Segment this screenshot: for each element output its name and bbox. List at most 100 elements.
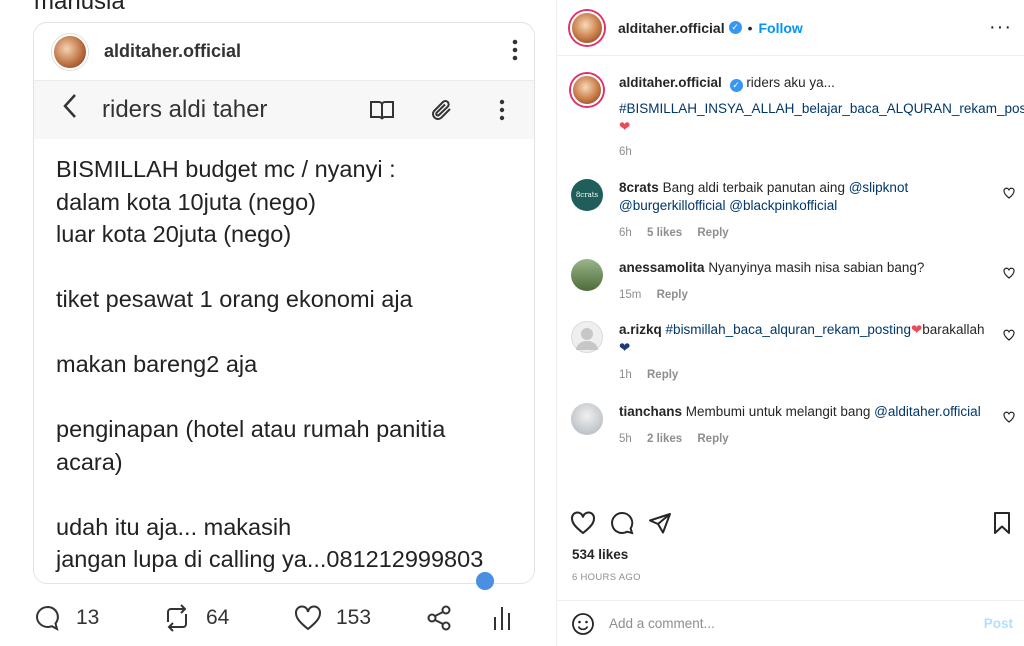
avatar[interactable] <box>571 321 603 353</box>
note-blank <box>56 381 512 414</box>
comment-item: anessamolita Nyanyinya masih nisa sabian… <box>557 259 1024 301</box>
emoji-icon[interactable] <box>571 612 595 636</box>
avatar[interactable] <box>571 403 603 435</box>
comments-list: alditaher.official ✓ riders aku ya... #B… <box>557 56 1024 496</box>
comment-username[interactable]: anessamolita <box>619 260 705 275</box>
caption-hashtag-line: #BISMILLAH_INSYA_ALLAH_belajar_baca_ALQU… <box>619 100 1024 118</box>
caption-time: 6h <box>619 146 632 158</box>
comment-icon[interactable] <box>610 511 634 535</box>
paperclip-icon <box>428 96 456 124</box>
reposts-count: 64 <box>206 606 230 629</box>
mention-link[interactable]: @burgerkillofficial <box>619 198 726 213</box>
like-comment-icon[interactable] <box>1003 329 1015 341</box>
avatar <box>52 33 88 70</box>
comment-text: anessamolita Nyanyinya masih nisa sabian… <box>619 259 989 277</box>
separator-dot: • <box>747 19 753 36</box>
card-username: alditaher.official <box>104 41 242 61</box>
comment-icon <box>36 605 59 632</box>
replies-count: 13 <box>76 606 100 629</box>
action-bar <box>557 508 1024 538</box>
reply-button[interactable]: Reply <box>697 433 728 445</box>
verified-badge-icon: ✓ <box>729 79 743 92</box>
avatar[interactable] <box>570 10 604 45</box>
likes-count[interactable]: 534 likes <box>572 547 628 562</box>
comment-time: 6h <box>619 227 632 239</box>
post-stats: 13 64 153 <box>34 600 534 636</box>
post-button[interactable]: Post <box>984 616 1013 631</box>
red-heart-emoji: ❤ <box>910 322 923 337</box>
verified-badge-icon: ✓ <box>728 21 742 34</box>
caption: alditaher.official ✓ riders aku ya... #B… <box>557 74 1024 158</box>
note-body: BISMILLAH budget mc / nyanyi : dalam kot… <box>34 139 534 583</box>
likes-stat: 153 <box>294 605 426 631</box>
note-line: jangan lupa di calling ya...081212999803 <box>56 546 484 572</box>
comment-username[interactable]: a.rizkq <box>619 322 662 337</box>
bar-chart-icon <box>494 607 510 630</box>
post-time: 6 HOURS AGO <box>572 572 641 583</box>
comment-item: a.rizkq #bismillah_baca_alquran_rekam_po… <box>557 321 1024 381</box>
comment-text: a.rizkq #bismillah_baca_alquran_rekam_po… <box>619 321 989 357</box>
caption-meta: 6h <box>619 146 989 158</box>
caption-username[interactable]: alditaher.official <box>619 75 722 90</box>
comment-likes[interactable]: 5 likes <box>647 227 682 239</box>
heart-icon <box>295 605 321 631</box>
caption-hashtag[interactable]: #BISMILLAH_INSYA_ALLAH_belajar_baca_ALQU… <box>619 101 1024 116</box>
avatar[interactable] <box>571 259 603 291</box>
comment-time: 15m <box>619 289 642 301</box>
likes-count: 153 <box>336 606 372 629</box>
caption-text: alditaher.official ✓ riders aku ya... <box>619 74 989 92</box>
comment-meta: 1h Reply <box>619 369 989 381</box>
comment-likes[interactable]: 2 likes <box>647 433 682 445</box>
comment-username[interactable]: tianchans <box>619 404 682 419</box>
follow-button[interactable]: Follow <box>759 20 803 36</box>
note-blank <box>56 478 512 511</box>
comment-text: tianchans Membumi untuk melangit bang @a… <box>619 403 989 421</box>
reply-button[interactable]: Reply <box>697 227 728 239</box>
comment-body: Nyanyinya masih nisa sabian bang? <box>708 260 925 275</box>
comment-hashtag[interactable]: #bismillah_baca_alquran_rekam_posting <box>666 322 911 337</box>
caption-body: riders aku ya... <box>746 75 835 90</box>
like-comment-icon[interactable] <box>1003 267 1015 279</box>
replies-stat: 13 <box>34 604 162 632</box>
like-icon[interactable] <box>570 511 596 535</box>
mention-link[interactable]: @slipknot <box>849 180 908 195</box>
header-username[interactable]: alditaher.official <box>618 20 725 36</box>
comment-username[interactable]: 8crats <box>619 180 659 195</box>
comment-text: 8crats Bang aldi terbaik panutan aing @s… <box>619 179 989 215</box>
share-icon <box>427 605 451 631</box>
more-vertical-icon <box>488 96 516 124</box>
note-line: BISMILLAH budget mc / nyanyi : <box>56 156 396 182</box>
more-options-icon[interactable]: ··· <box>989 16 1012 39</box>
comment-meta: 6h 5 likes Reply <box>619 227 989 239</box>
mention-link[interactable]: @alditaher.official <box>874 404 981 419</box>
note-line: tiket pesawat 1 orang ekonomi aja <box>56 286 413 312</box>
note-blank <box>56 316 512 349</box>
reply-button[interactable]: Reply <box>647 369 678 381</box>
note-line: penginapan (hotel atau rumah panitia <box>56 416 446 442</box>
avatar[interactable]: 8crats <box>571 179 603 211</box>
comment-body: barakallah <box>922 322 985 337</box>
avatar[interactable] <box>571 74 603 106</box>
repost-icon <box>167 604 187 632</box>
reply-button[interactable]: Reply <box>657 289 688 301</box>
note-line: dalam kota 10juta (nego) <box>56 188 316 215</box>
mention-link[interactable]: @blackpinkofficial <box>729 198 837 213</box>
insights-stat <box>492 605 512 631</box>
bookmark-icon[interactable] <box>992 511 1012 535</box>
book-icon <box>368 96 396 124</box>
post-image: manusia alditaher.official riders aldi t… <box>0 0 556 646</box>
share-icon[interactable] <box>648 511 672 535</box>
comment-item: 8crats 8crats Bang aldi terbaik panutan … <box>557 179 1024 239</box>
red-heart-emoji: ❤ <box>619 119 631 134</box>
scroll-indicator <box>476 572 494 590</box>
post-sidebar: alditaher.official ✓ • Follow ··· aldita… <box>556 0 1024 646</box>
comment-time: 1h <box>619 369 632 381</box>
default-avatar-icon <box>576 328 598 350</box>
like-comment-icon[interactable] <box>1003 187 1015 199</box>
blue-heart-emoji: ❤ <box>619 340 631 355</box>
comment-input[interactable]: Add a comment... <box>609 616 984 631</box>
note-line: luar kota 20juta (nego) <box>56 221 292 247</box>
like-comment-icon[interactable] <box>1003 411 1015 423</box>
add-comment-bar: Add a comment... Post <box>557 600 1024 646</box>
comment-body: Membumi untuk melangit bang <box>685 404 871 419</box>
